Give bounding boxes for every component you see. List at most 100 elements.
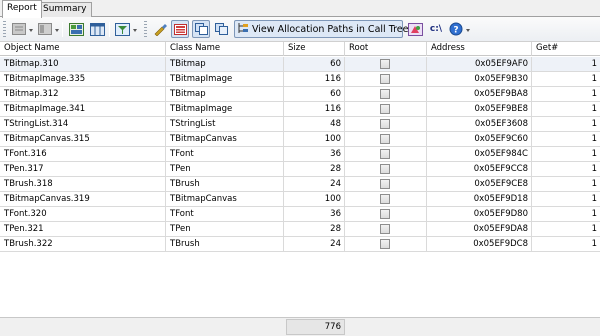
cell-object-name: TBrush.322 (0, 237, 166, 252)
chevron-down-icon[interactable] (29, 29, 33, 32)
copy2-icon[interactable] (212, 20, 230, 38)
root-checkbox[interactable] (380, 89, 390, 99)
filter-icon[interactable] (113, 20, 131, 38)
column-header-root[interactable]: Root (345, 42, 427, 56)
toolbar-grip[interactable] (144, 21, 147, 38)
cell-object-name: TBitmapCanvas.315 (0, 132, 166, 147)
table-row[interactable]: TPen.317 TPen 28 0x05EF9CC8 1 (0, 162, 600, 177)
table-row[interactable]: TBitmapImage.341 TBitmapImage 116 0x05EF9BE… (0, 102, 600, 117)
table-row[interactable]: TBitmap.310 TBitmap 60 0x05EF9AF0 1 (0, 57, 600, 72)
root-checkbox[interactable] (380, 224, 390, 234)
root-checkbox[interactable] (380, 209, 390, 219)
cell-address: 0x05EF9DA8 (427, 222, 532, 237)
cell-object-name: TBitmapImage.335 (0, 72, 166, 87)
cell-class-name: TPen (166, 222, 284, 237)
table-row[interactable]: TBitmapCanvas.319 TBitmapCanvas 100 0x05EF9… (0, 192, 600, 207)
list-view-icon[interactable] (171, 20, 189, 38)
cell-size: 28 (284, 162, 345, 177)
cell-class-name: TBitmap (166, 87, 284, 102)
report-grid: Object Name Class Name Size Root Address… (0, 42, 600, 336)
tab-summary[interactable]: Summary (38, 2, 92, 17)
cell-size: 36 (284, 207, 345, 222)
svg-text:?: ? (453, 26, 458, 36)
cell-get: 1 (591, 74, 597, 84)
cell-root (345, 237, 427, 252)
column-header-size[interactable]: Size (284, 42, 345, 56)
column-header-class-name[interactable]: Class Name (166, 42, 284, 56)
toolbar-separator (62, 22, 63, 37)
cell-size: 116 (284, 72, 345, 87)
cell-object-name: TBitmapImage.341 (0, 102, 166, 117)
table-row[interactable]: TBitmapImage.335 TBitmapImage 116 0x05EF9B3… (0, 72, 600, 87)
cell-address: 0x05EF9BE8 (427, 102, 532, 117)
cell-size: 100 (284, 192, 345, 207)
color-icon[interactable] (406, 20, 424, 38)
table-row[interactable]: TFont.320 TFont 36 0x05EF9D80 1 (0, 207, 600, 222)
root-checkbox[interactable] (380, 74, 390, 84)
tab-strip: Report Summary (0, 0, 600, 18)
table-row[interactable]: TBrush.318 TBrush 24 0x05EF9CE8 1 (0, 177, 600, 192)
root-checkbox[interactable] (380, 134, 390, 144)
cell-root (345, 132, 427, 147)
cell-object-name: TFont.320 (0, 207, 166, 222)
chevron-down-icon[interactable] (466, 29, 470, 32)
cell-address: 0x05EF9DC8 (427, 237, 532, 252)
table-row[interactable]: TFont.316 TFont 36 0x05EF984C 1 (0, 147, 600, 162)
cell-class-name: TPen (166, 162, 284, 177)
column-header-get[interactable]: Get# (532, 42, 600, 56)
cell-root (345, 87, 427, 102)
cell-get: 1 (591, 179, 597, 189)
table-row[interactable]: TBitmap.312 TBitmap 60 0x05EF9BA8 1 (0, 87, 600, 102)
view-allocation-paths-label: View Allocation Paths in Call Tree (252, 23, 409, 35)
cell-address: 0x05EF9C60 (427, 132, 532, 147)
root-checkbox[interactable] (380, 59, 390, 69)
report-icon[interactable] (36, 20, 54, 38)
chevron-down-icon[interactable] (55, 29, 59, 32)
chevron-down-icon[interactable] (133, 29, 137, 32)
report-gray-icon[interactable] (10, 20, 28, 38)
toolbar-grip[interactable] (3, 21, 6, 38)
cell-class-name: TBitmapCanvas (166, 132, 284, 147)
cell-get: 1 (591, 239, 597, 249)
paint-icon[interactable] (151, 20, 169, 38)
cell-size: 48 (284, 117, 345, 132)
cell-object-name: TBrush.318 (0, 177, 166, 192)
root-checkbox[interactable] (380, 149, 390, 159)
table-row[interactable]: TStringList.314 TStringList 48 0x05EF3608 1 (0, 117, 600, 132)
cell-address: 0x05EF3608 (427, 117, 532, 132)
table-row[interactable]: TBrush.322 TBrush 24 0x05EF9DC8 1 (0, 237, 600, 252)
cell-get: 1 (591, 119, 597, 129)
cell-class-name: TFont (166, 207, 284, 222)
cell-root (345, 177, 427, 192)
cell-class-name: TBitmapImage (166, 72, 284, 87)
root-checkbox[interactable] (380, 119, 390, 129)
cell-size: 116 (284, 102, 345, 117)
path-icon[interactable]: c:\ (426, 20, 446, 38)
cell-object-name: TBitmap.312 (0, 87, 166, 102)
cell-address: 0x05EF9CC8 (427, 162, 532, 177)
root-checkbox[interactable] (380, 104, 390, 114)
root-checkbox[interactable] (380, 164, 390, 174)
copy-icon[interactable] (192, 20, 210, 38)
root-checkbox[interactable] (380, 239, 390, 249)
cell-class-name: TBrush (166, 177, 284, 192)
cell-size: 100 (284, 132, 345, 147)
tab-report[interactable]: Report (2, 0, 42, 18)
cell-size: 28 (284, 222, 345, 237)
table-icon[interactable] (88, 20, 106, 38)
root-checkbox[interactable] (380, 194, 390, 204)
cell-get: 1 (591, 149, 597, 159)
grid-icon[interactable] (67, 20, 85, 38)
total-size: 776 (286, 319, 345, 335)
cell-get: 1 (591, 104, 597, 114)
column-header-object-name[interactable]: Object Name (0, 42, 166, 56)
view-allocation-paths-button[interactable]: View Allocation Paths in Call Tree (234, 20, 408, 38)
table-row[interactable]: TBitmapCanvas.315 TBitmapCanvas 100 0x05EF9… (0, 132, 600, 147)
cell-get: 1 (591, 164, 597, 174)
help-icon[interactable]: ? (447, 20, 465, 38)
table-row[interactable]: TPen.321 TPen 28 0x05EF9DA8 1 (0, 222, 600, 237)
cell-address: 0x05EF9B30 (427, 72, 532, 87)
cell-get: 1 (591, 209, 597, 219)
column-header-address[interactable]: Address (427, 42, 532, 56)
root-checkbox[interactable] (380, 179, 390, 189)
